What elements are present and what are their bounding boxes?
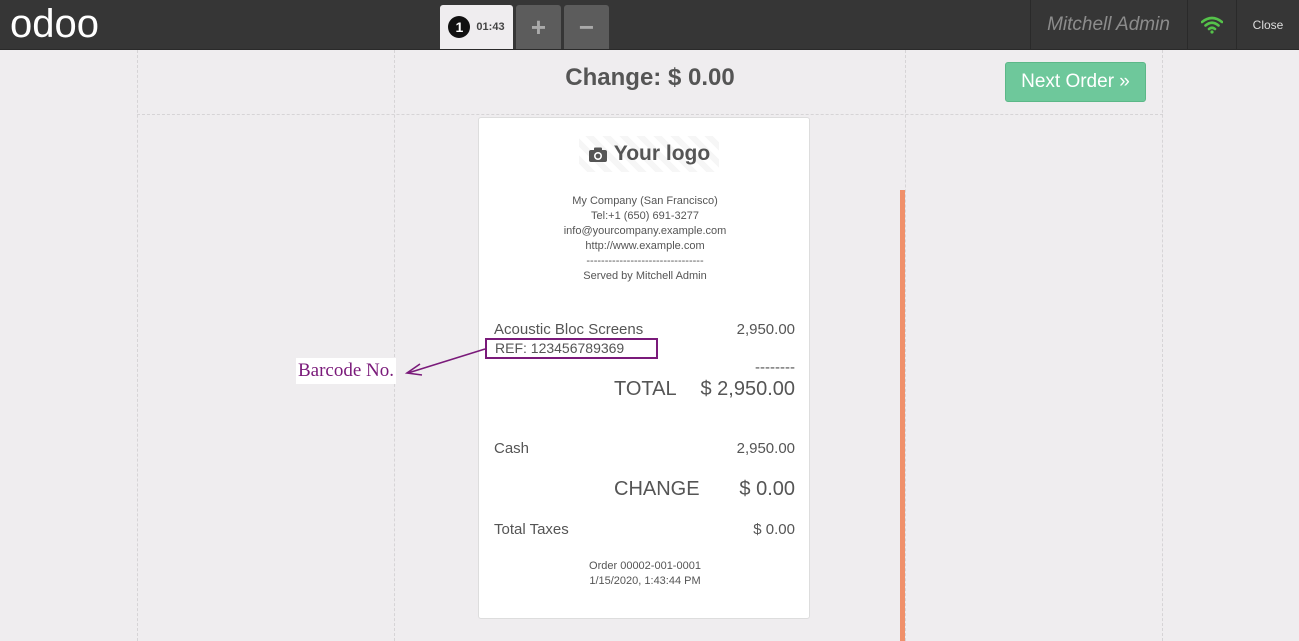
product-ref: REF: 123456789369 — [485, 338, 658, 359]
separator-line: -------------------------------- — [586, 255, 704, 267]
total-label: TOTAL — [614, 378, 677, 400]
order-reference: Order 00002-001-0001 — [589, 560, 701, 572]
company-logo: Your logo — [579, 136, 719, 172]
receipt-line-product: Acoustic Bloc Screens 2,950.00 — [494, 321, 795, 338]
total-value: $ 2,950.00 — [700, 378, 795, 400]
receipt-line-payment: Cash 2,950.00 — [494, 440, 795, 457]
order-date: 1/15/2020, 1:43:44 PM — [589, 575, 701, 587]
product-name: Acoustic Bloc Screens — [494, 321, 644, 338]
payment-amount: 2,950.00 — [736, 440, 795, 457]
payment-method: Cash — [494, 440, 530, 457]
total-separator: -------- — [755, 359, 795, 376]
guide-line — [137, 50, 138, 641]
annotation-label: Barcode No. — [296, 358, 397, 384]
company-phone: Tel:+1 (650) 691-3277 — [591, 210, 699, 222]
order-number-badge: 1 — [448, 16, 471, 38]
camera-icon — [588, 147, 607, 162]
change-value: $ 0.00 — [739, 478, 795, 500]
user-name[interactable]: Mitchell Admin — [1031, 0, 1186, 50]
wifi-icon[interactable] — [1188, 0, 1236, 50]
close-button[interactable]: Close — [1237, 0, 1299, 50]
guide-line — [394, 50, 395, 641]
next-order-button[interactable]: Next Order » — [1005, 62, 1146, 102]
served-by: Served by Mitchell Admin — [583, 270, 707, 282]
guide-line — [1162, 50, 1163, 641]
guide-line — [905, 50, 906, 641]
scrollbar[interactable] — [900, 190, 905, 641]
receipt-line-taxes: Total Taxes $ 0.00 — [494, 521, 795, 538]
company-info: My Company (San Francisco) Tel:+1 (650) … — [479, 194, 811, 284]
taxes-value: $ 0.00 — [753, 521, 795, 538]
company-website: http://www.example.com — [585, 240, 705, 252]
order-tab[interactable]: 1 01:43 — [440, 5, 513, 49]
product-price: 2,950.00 — [736, 321, 795, 338]
change-title: Change: $ 0.00 — [565, 64, 735, 91]
annotation-arrow-icon — [404, 348, 486, 376]
receipt-footer: Order 00002-001-0001 1/15/2020, 1:43:44 … — [479, 559, 811, 589]
svg-text:odoo: odoo — [10, 6, 99, 44]
company-name: My Company (San Francisco) — [572, 195, 718, 207]
order-time: 01:43 — [476, 21, 505, 33]
top-bar: odoo 1 01:43 + − Mitchell Admin Close — [0, 0, 1299, 50]
company-email: info@yourcompany.example.com — [563, 225, 727, 237]
guide-line — [137, 114, 1163, 115]
delete-order-button[interactable]: − — [564, 5, 609, 49]
receipt: Your logo My Company (San Francisco) Tel… — [478, 117, 810, 619]
new-order-button[interactable]: + — [516, 5, 561, 49]
logo-text: Your logo — [613, 142, 711, 165]
change-label: CHANGE — [614, 478, 700, 500]
odoo-logo: odoo — [10, 6, 99, 44]
taxes-label: Total Taxes — [494, 521, 569, 538]
